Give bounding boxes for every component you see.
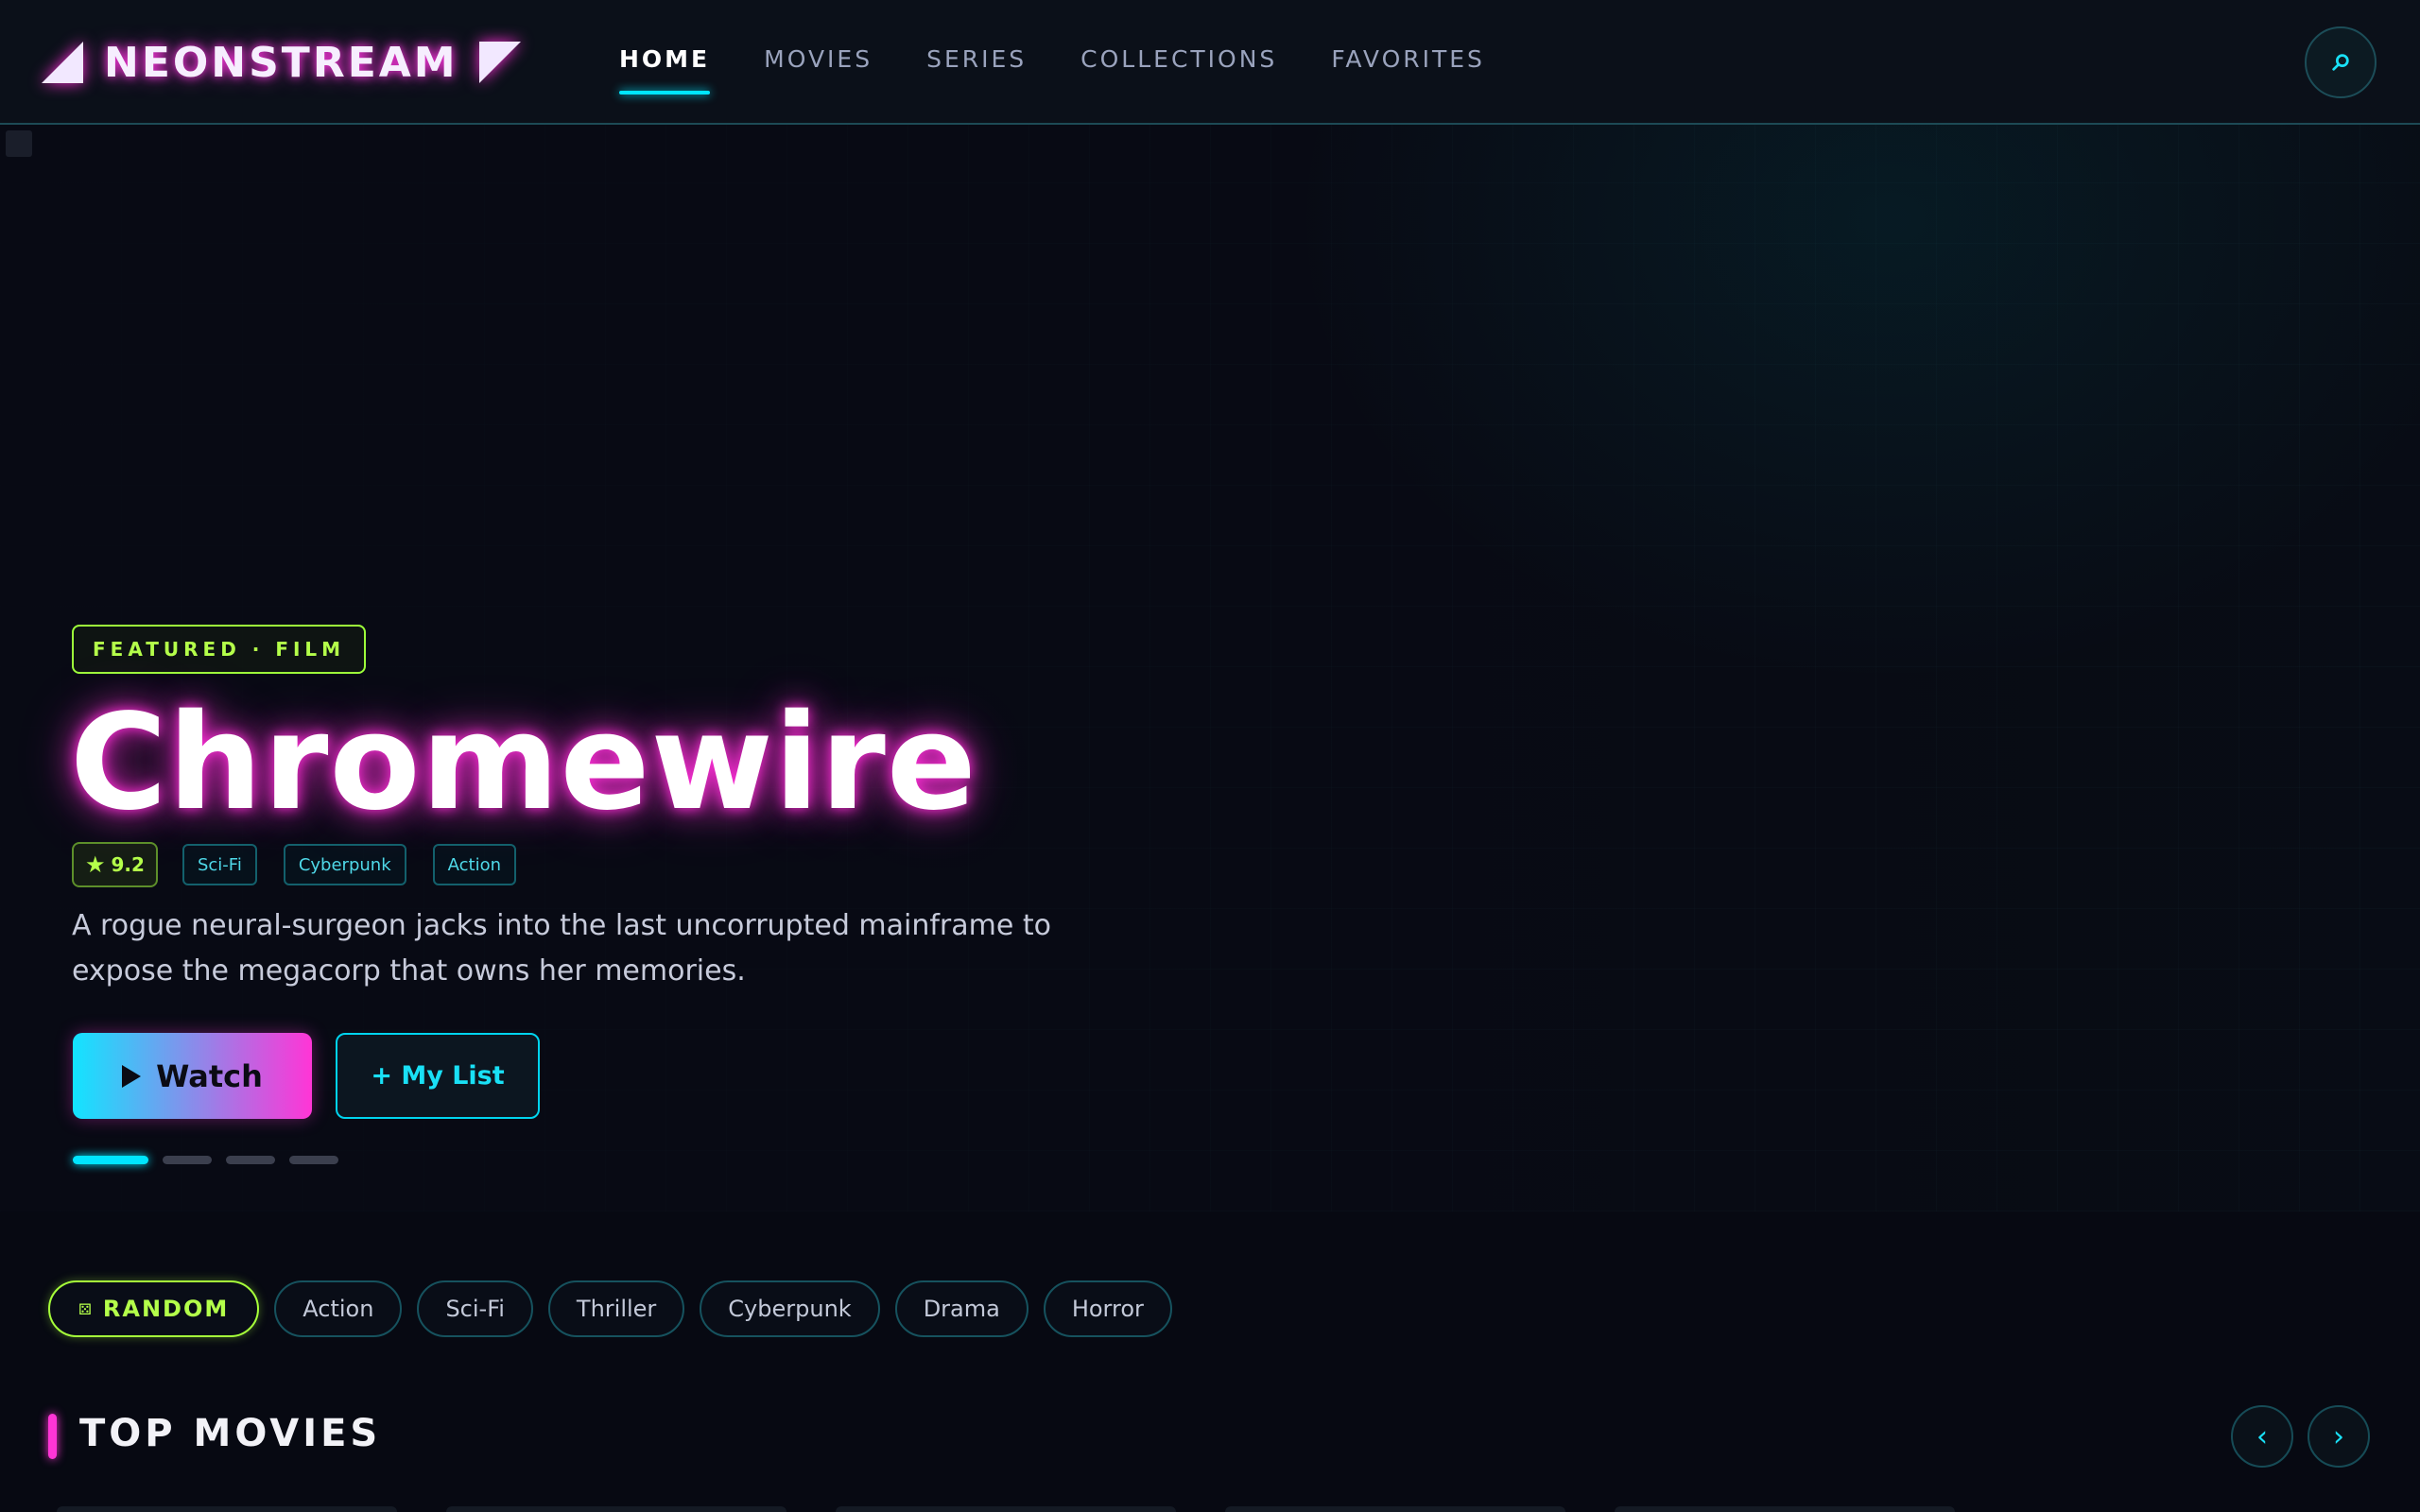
dice-icon: ⚄ [78, 1299, 94, 1318]
star-icon: ★ [85, 851, 106, 878]
logo[interactable]: NEONSTREAM [42, 38, 521, 87]
genre-chip-cyberpunk[interactable]: Cyberpunk [700, 1280, 880, 1337]
genre-chip-sci-fi[interactable]: Sci-Fi [417, 1280, 533, 1337]
logo-triangle-right-icon [478, 42, 521, 83]
featured-badge: FEATURED · FILM [72, 625, 367, 674]
rating-badge: ★ 9.2 [72, 842, 158, 887]
carousel-dot-2[interactable] [163, 1156, 212, 1164]
main-nav: HOME MOVIES SERIES COLLECTIONS FAVORITES [619, 45, 1539, 94]
nav-home[interactable]: HOME [619, 45, 711, 94]
play-icon [122, 1064, 142, 1088]
top-header: NEONSTREAM HOME MOVIES SERIES COLLECTION… [0, 0, 2420, 125]
nav-favorites[interactable]: FAVORITES [1331, 45, 1485, 94]
hero-description: A rogue neural-surgeon jacks into the la… [72, 909, 1051, 988]
nav-movies[interactable]: MOVIES [764, 45, 873, 94]
nav-collections[interactable]: COLLECTIONS [1080, 45, 1277, 94]
hero-backdrop-image [6, 130, 32, 157]
logo-triangle-left-icon [42, 42, 83, 83]
hero-tags: ★ 9.2 Sci-Fi Cyberpunk Action [72, 842, 543, 887]
movie-card[interactable] [446, 1506, 786, 1512]
carousel-indicators [73, 1156, 353, 1164]
random-button[interactable]: ⚄ RANDOM [48, 1280, 260, 1337]
genre-chip-thriller[interactable]: Thriller [547, 1280, 685, 1337]
genre-chip-action[interactable]: Action [274, 1280, 403, 1337]
movie-card[interactable] [1615, 1506, 1955, 1512]
watch-button[interactable]: Watch [73, 1033, 312, 1119]
scroll-left-button[interactable]: ‹ [2231, 1405, 2293, 1468]
genre-chip-drama[interactable]: Drama [894, 1280, 1028, 1337]
movie-card[interactable] [1225, 1506, 1565, 1512]
logo-text: NEONSTREAM [104, 38, 458, 87]
my-list-button[interactable]: + My List [336, 1033, 540, 1119]
watch-label: Watch [156, 1057, 263, 1094]
random-label: RANDOM [102, 1296, 230, 1322]
movie-card[interactable] [57, 1506, 397, 1512]
nav-series[interactable]: SERIES [926, 45, 1027, 94]
rating-value: 9.2 [111, 853, 145, 876]
genre-chip-horror[interactable]: Horror [1043, 1280, 1172, 1337]
movie-card[interactable] [836, 1506, 1176, 1512]
section-title: TOP MOVIES [79, 1412, 382, 1455]
section-accent-bar [48, 1414, 57, 1459]
scroll-right-button[interactable]: › [2308, 1405, 2370, 1468]
genre-tag: Sci-Fi [182, 844, 257, 885]
search-icon [2332, 54, 2349, 71]
carousel-dot-1[interactable] [73, 1156, 148, 1164]
search-button[interactable] [2305, 26, 2377, 98]
carousel-dot-4[interactable] [289, 1156, 338, 1164]
genre-tag: Action [432, 844, 516, 885]
carousel-dot-3[interactable] [226, 1156, 275, 1164]
hero-title: Chromewire [70, 686, 977, 840]
genre-filter-bar: ⚄ RANDOM Action Sci-Fi Thriller Cyberpun… [48, 1280, 1187, 1337]
genre-tag: Cyberpunk [283, 844, 406, 885]
